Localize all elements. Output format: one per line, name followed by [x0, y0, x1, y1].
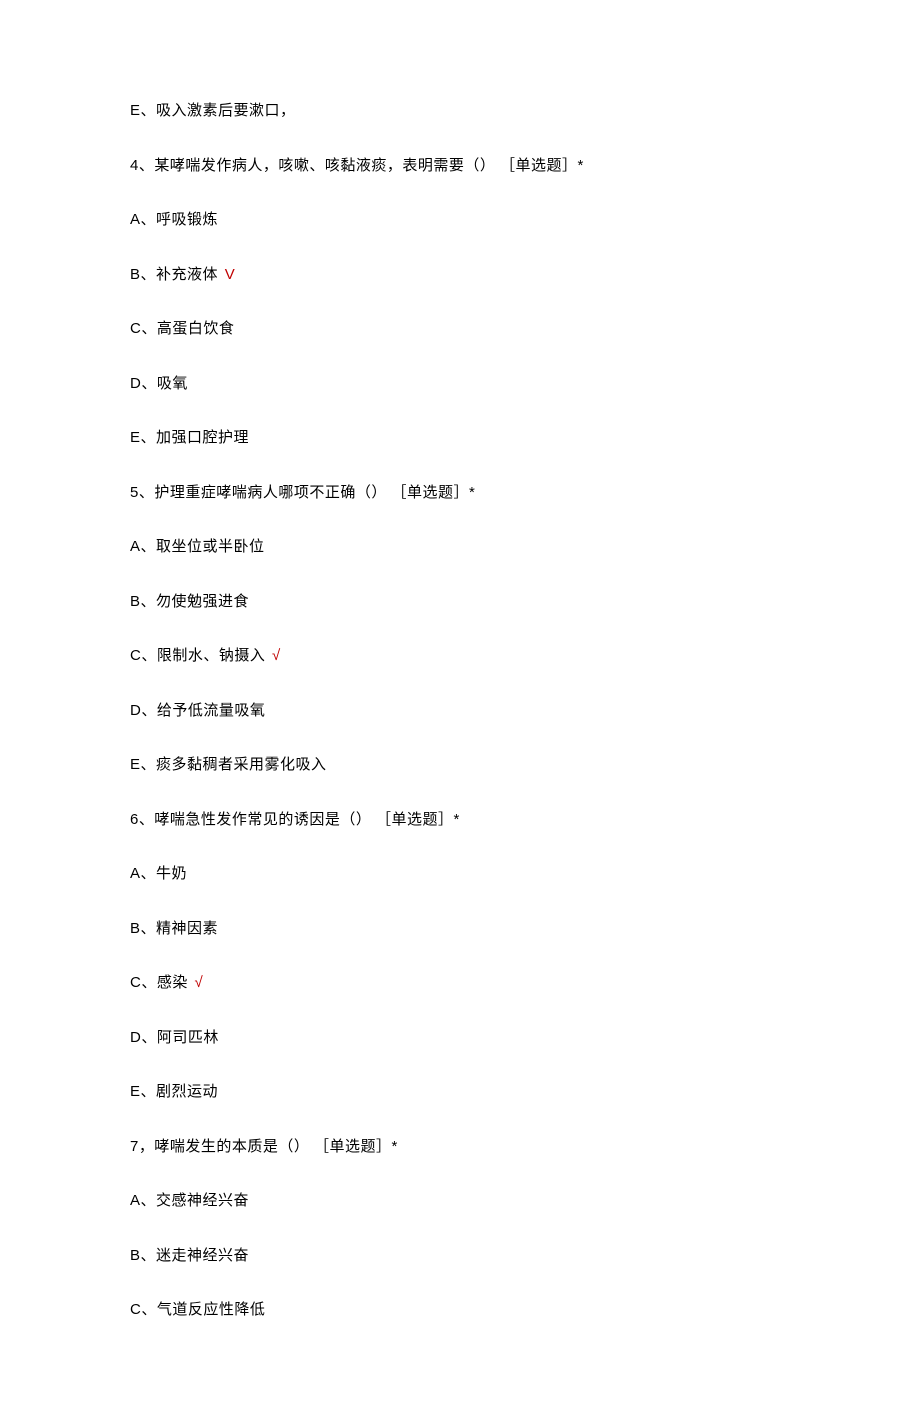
option: E、剧烈运动	[130, 1081, 790, 1104]
question-stem: 5、护理重症哮喘病人哪项不正确（） ［单选题］*	[130, 482, 790, 505]
document-page: E、吸入激素后要漱口， 4、某哮喘发作病人，咳嗽、咳黏液痰，表明需要（） ［单选…	[0, 0, 920, 1414]
option-label: E、加强口腔护理	[130, 429, 249, 446]
option: B、精神因素	[130, 918, 790, 941]
question-number: 7，	[130, 1138, 154, 1155]
option: C、气道反应性降低	[130, 1299, 790, 1322]
question-stem: 6、哮喘急性发作常见的诱因是（） ［单选题］*	[130, 809, 790, 832]
option: A、交感神经兴奋	[130, 1190, 790, 1213]
option: B、补充液体 V	[130, 264, 790, 287]
option-label: B、勿使勉强进食	[130, 593, 249, 610]
question-text: 哮喘急性发作常见的诱因是（）	[154, 811, 371, 828]
option: A、呼吸锻炼	[130, 209, 790, 232]
option-label: D、吸氧	[130, 375, 188, 392]
option-label: C、限制水、钠摄入	[130, 647, 265, 664]
option-label: E、剧烈运动	[130, 1083, 218, 1100]
option: B、迷走神经兴奋	[130, 1245, 790, 1268]
option: E、痰多黏稠者采用雾化吸入	[130, 754, 790, 777]
question-stem: 4、某哮喘发作病人，咳嗽、咳黏液痰，表明需要（） ［单选题］*	[130, 155, 790, 178]
option-label: B、迷走神经兴奋	[130, 1247, 249, 1264]
question-tag: ［单选题］*	[376, 811, 460, 828]
option-label: D、阿司匹林	[130, 1029, 219, 1046]
option: D、吸氧	[130, 373, 790, 396]
option-label: E、吸入激素后要漱口，	[130, 102, 296, 119]
question-text: 哮喘发生的本质是（）	[154, 1138, 309, 1155]
option-label: E、痰多黏稠者采用雾化吸入	[130, 756, 327, 773]
question-text: 护理重症哮喘病人哪项不正确（）	[154, 484, 387, 501]
question-tag: ［单选题］*	[392, 484, 476, 501]
option-label: C、气道反应性降低	[130, 1301, 265, 1318]
question-number: 5、	[130, 484, 154, 501]
orphan-option: E、吸入激素后要漱口，	[130, 100, 790, 123]
correct-mark: V	[225, 266, 236, 283]
option-label: C、感染	[130, 974, 188, 991]
option-label: B、补充液体	[130, 266, 218, 283]
option-label: A、呼吸锻炼	[130, 211, 218, 228]
question-tag: ［单选题］*	[500, 157, 584, 174]
option: C、高蛋白饮食	[130, 318, 790, 341]
option: E、加强口腔护理	[130, 427, 790, 450]
option-label: A、取坐位或半卧位	[130, 538, 265, 555]
option: C、限制水、钠摄入 √	[130, 645, 790, 668]
option-label: C、高蛋白饮食	[130, 320, 234, 337]
option-label: A、牛奶	[130, 865, 187, 882]
option-label: B、精神因素	[130, 920, 218, 937]
option: D、阿司匹林	[130, 1027, 790, 1050]
question-number: 4、	[130, 157, 154, 174]
correct-mark: √	[272, 647, 281, 664]
option: A、牛奶	[130, 863, 790, 886]
option: D、给予低流量吸氧	[130, 700, 790, 723]
question-text: 某哮喘发作病人，咳嗽、咳黏液痰，表明需要（）	[154, 157, 495, 174]
question-tag: ［单选题］*	[314, 1138, 398, 1155]
option-label: A、交感神经兴奋	[130, 1192, 249, 1209]
option-label: D、给予低流量吸氧	[130, 702, 265, 719]
correct-mark: √	[195, 974, 204, 991]
option: B、勿使勉强进食	[130, 591, 790, 614]
option: C、感染 √	[130, 972, 790, 995]
question-stem: 7，哮喘发生的本质是（） ［单选题］*	[130, 1136, 790, 1159]
question-number: 6、	[130, 811, 154, 828]
option: A、取坐位或半卧位	[130, 536, 790, 559]
